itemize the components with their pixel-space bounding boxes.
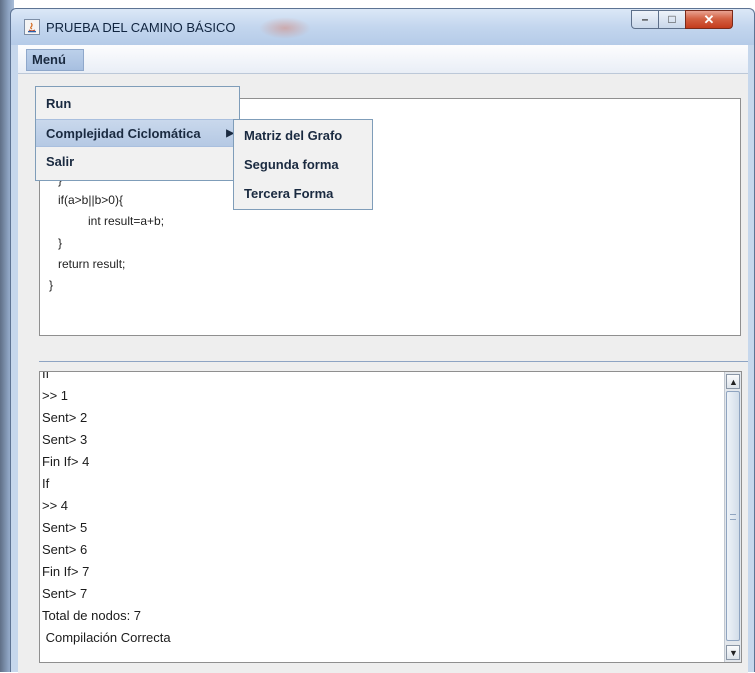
minimize-icon: – [641,12,649,26]
submenu-item-segunda[interactable]: Segunda forma [234,151,372,179]
code-line: } [49,278,54,292]
output-line: If [42,371,50,381]
output-console[interactable]: If >> 1 Sent> 2 Sent> 3 Fin If> 4 If >> … [39,371,742,663]
output-line: Fin If> 4 [42,454,90,469]
thumb-grip-icon [730,514,736,520]
output-line: Sent> 7 [42,586,88,601]
submenu-item-label: Segunda forma [244,157,339,172]
output-line: Total de nodos: 7 [42,608,142,623]
close-icon: ✕ [703,12,715,27]
scroll-down-button[interactable]: ▼ [726,645,740,660]
menu-popup: Run Complejidad Ciclomática ▶ Salir [35,86,240,181]
java-app-icon [24,19,40,35]
minimize-button[interactable]: – [631,10,659,29]
output-line: Sent> 2 [42,410,88,425]
code-line: return result; [58,257,126,271]
title-bar[interactable]: PRUEBA DEL CAMINO BÁSICO – □ ✕ [11,9,754,45]
scroll-up-button[interactable]: ▲ [726,374,740,389]
output-line: >> 4 [42,498,69,513]
window-title: PRUEBA DEL CAMINO BÁSICO [46,20,236,35]
vertical-scrollbar[interactable]: ▲ ▼ [724,372,741,662]
maximize-icon: □ [668,12,676,26]
output-line: Sent> 5 [42,520,88,535]
output-line: >> 1 [42,388,69,403]
submenu-popup: Matriz del Grafo Segunda forma Tercera F… [233,119,373,210]
output-line: Sent> 6 [42,542,88,557]
submenu-item-label: Tercera Forma [244,186,334,201]
menu-item-label: Complejidad Ciclomática [46,126,201,141]
output-line: Compilación Correcta [42,630,171,645]
menu-bar: Menú [18,45,748,74]
menu-item-label: Run [46,96,72,111]
submenu-item-matriz[interactable]: Matriz del Grafo [234,122,372,150]
menu-item-salir[interactable]: Salir [36,148,239,176]
submenu-item-label: Matriz del Grafo [244,128,343,143]
submenu-item-tercera[interactable]: Tercera Forma [234,180,372,208]
menu-item-complejidad[interactable]: Complejidad Ciclomática ▶ [36,119,239,147]
main-window: PRUEBA DEL CAMINO BÁSICO – □ ✕ Menú } if… [10,8,755,673]
menu-item-run[interactable]: Run [36,90,239,118]
title-glow [259,17,311,39]
close-button[interactable]: ✕ [685,10,733,29]
menu-item-label: Salir [46,154,75,169]
output-line: Fin If> 7 [42,564,90,579]
code-line: int result=a+b; [88,214,165,228]
scroll-up-arrow-icon: ▲ [729,377,738,387]
code-line: if(a>b||b>0){ [58,193,123,207]
panel-separator[interactable] [39,361,748,362]
maximize-button[interactable]: □ [658,10,686,29]
output-line: If [42,476,50,491]
menu-menu[interactable]: Menú [26,49,84,71]
code-line: } [58,236,63,250]
scroll-down-arrow-icon: ▼ [729,648,738,658]
output-line: Sent> 3 [42,432,88,447]
scroll-thumb[interactable] [726,391,740,641]
